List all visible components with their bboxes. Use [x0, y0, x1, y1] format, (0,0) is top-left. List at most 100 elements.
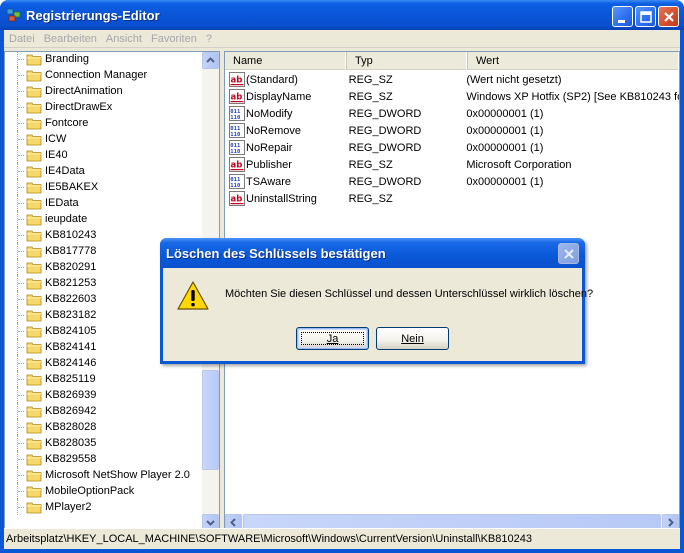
value-name: TSAware [246, 175, 292, 188]
column-name[interactable]: Name [225, 52, 347, 70]
folder-icon [26, 182, 42, 194]
folder-icon [26, 70, 42, 82]
tree-item[interactable]: KB828035 [5, 435, 203, 451]
tree-item[interactable]: Microsoft NetShow Player 2.0 [5, 467, 203, 483]
scroll-up-button[interactable] [202, 52, 219, 69]
tree-item-label: KB829558 [45, 453, 97, 465]
scroll-thumb[interactable] [202, 370, 219, 470]
tree-item[interactable]: DirectAnimation [5, 83, 203, 99]
list-header: Name Typ Wert [225, 52, 679, 70]
tree-item[interactable]: Fontcore [5, 115, 203, 131]
folder-icon [26, 230, 42, 242]
list-row[interactable]: 011 110 TSAware REG_DWORD 0x00000001 (1) [225, 173, 679, 190]
folder-icon [26, 118, 42, 130]
close-icon [564, 249, 574, 259]
tree-item[interactable]: IEData [5, 195, 203, 211]
tree-item[interactable]: KB825119 [5, 371, 203, 387]
dialog-title-bar[interactable]: Löschen des Schlüssels bestätigen [160, 238, 585, 268]
folder-icon [26, 326, 42, 338]
tree-item[interactable]: DirectDrawEx [5, 99, 203, 115]
value-type: REG_DWORD [348, 141, 422, 154]
folder-icon [26, 294, 42, 306]
tree-item[interactable]: ieupdate [5, 211, 203, 227]
list-row[interactable]: 011 110 NoRemove REG_DWORD 0x00000001 (1) [225, 122, 679, 139]
tree-item[interactable]: IE40 [5, 147, 203, 163]
title-bar[interactable]: Registrierungs-Editor [0, 0, 684, 30]
list-row[interactable]: ab Publisher REG_SZ Microsoft Corporation [225, 156, 679, 173]
value-name: Publisher [246, 158, 292, 171]
tree-item-label: KB822603 [45, 293, 97, 305]
tree-item[interactable]: Connection Manager [5, 67, 203, 83]
folder-icon [26, 54, 42, 66]
maximize-icon [640, 11, 652, 23]
menu-help[interactable]: ? [202, 33, 216, 45]
tree-item[interactable]: KB826942 [5, 403, 203, 419]
menu-bearbeiten[interactable]: Bearbeiten [40, 33, 101, 45]
column-value[interactable]: Wert [468, 52, 679, 70]
tree-connector [18, 107, 24, 108]
tree-connector [18, 443, 24, 444]
list-row[interactable]: ab (Standard) REG_SZ (Wert nicht gesetzt) [225, 71, 679, 88]
list-row[interactable]: ab DisplayName REG_SZ Windows XP Hotfix (SP… [225, 88, 679, 105]
tree-connector [18, 139, 24, 140]
dword-value-icon: 011110 [229, 106, 245, 121]
tree-item[interactable]: MPlayer2 [5, 499, 203, 515]
tree-item[interactable]: IE4Data [5, 163, 203, 179]
tree-item-label: KB824146 [45, 357, 97, 369]
tree-connector [18, 235, 24, 236]
menu-ansicht[interactable]: Ansicht [102, 33, 146, 45]
value-type: REG_SZ [348, 192, 393, 205]
folder-icon [26, 486, 42, 498]
no-button[interactable]: Nein [376, 327, 449, 350]
dword-value-icon: 011110 [229, 123, 245, 138]
tree-item[interactable]: IE5BAKEX [5, 179, 203, 195]
minimize-button[interactable] [612, 6, 633, 27]
tree-connector [18, 91, 24, 92]
tree-item-label: MobileOptionPack [45, 485, 135, 497]
dword-value-icon: 011110 [229, 174, 245, 189]
tree-connector [18, 363, 24, 364]
maximize-button[interactable] [635, 6, 656, 27]
close-button[interactable] [658, 6, 679, 27]
tree-connector [18, 395, 24, 396]
tree-item[interactable]: Branding [5, 52, 203, 67]
value-data: 0x00000001 (1) [466, 107, 544, 120]
yes-button[interactable]: Ja [296, 327, 369, 350]
tree-item[interactable]: KB826939 [5, 387, 203, 403]
tree-item[interactable]: KB829558 [5, 451, 203, 467]
dialog-close-button[interactable] [558, 243, 579, 264]
value-name-cell: 011 110 TSAware [225, 174, 345, 189]
menu-favoriten[interactable]: Favoriten [147, 33, 201, 45]
value-type: REG_SZ [348, 158, 393, 171]
tree-item[interactable]: KB828028 [5, 419, 203, 435]
folder-icon [26, 246, 42, 258]
folder-icon [26, 198, 42, 210]
value-type: REG_SZ [348, 90, 393, 103]
tree-item[interactable]: ICW [5, 131, 203, 147]
value-name: (Standard) [246, 73, 298, 86]
folder-icon [26, 102, 42, 114]
folder-icon [26, 134, 42, 146]
no-button-label: Nein [401, 332, 424, 345]
tree-item-label: Fontcore [45, 117, 89, 129]
menu-datei[interactable]: Datei [5, 33, 39, 45]
tree-item-label: KB821253 [45, 277, 97, 289]
list-row[interactable]: ab UninstallString REG_SZ [225, 190, 679, 207]
string-value-icon: ab [229, 191, 245, 206]
tree-item[interactable]: MobileOptionPack [5, 483, 203, 499]
folder-icon [26, 150, 42, 162]
list-row[interactable]: 011 110 NoRepair REG_DWORD 0x00000001 (1) [225, 139, 679, 156]
tree-connector [18, 331, 24, 332]
list-row[interactable]: 011 110 NoModify REG_DWORD 0x00000001 (1) [225, 105, 679, 122]
tree-item-label: DirectDrawEx [45, 101, 113, 113]
tree-connector [18, 59, 24, 60]
dword-value-icon: 011110 [229, 140, 245, 155]
window-title: Registrierungs-Editor [26, 8, 160, 23]
value-name-cell: ab DisplayName [225, 89, 345, 104]
column-type[interactable]: Typ [347, 52, 468, 70]
dialog-title: Löschen des Schlüssels bestätigen [166, 246, 386, 261]
value-data: Windows XP Hotfix (SP2) [See KB810243 fo [466, 90, 679, 103]
close-icon [664, 12, 674, 22]
tree-item-label: KB817778 [45, 245, 97, 257]
tree-item-label: KB824141 [45, 341, 97, 353]
